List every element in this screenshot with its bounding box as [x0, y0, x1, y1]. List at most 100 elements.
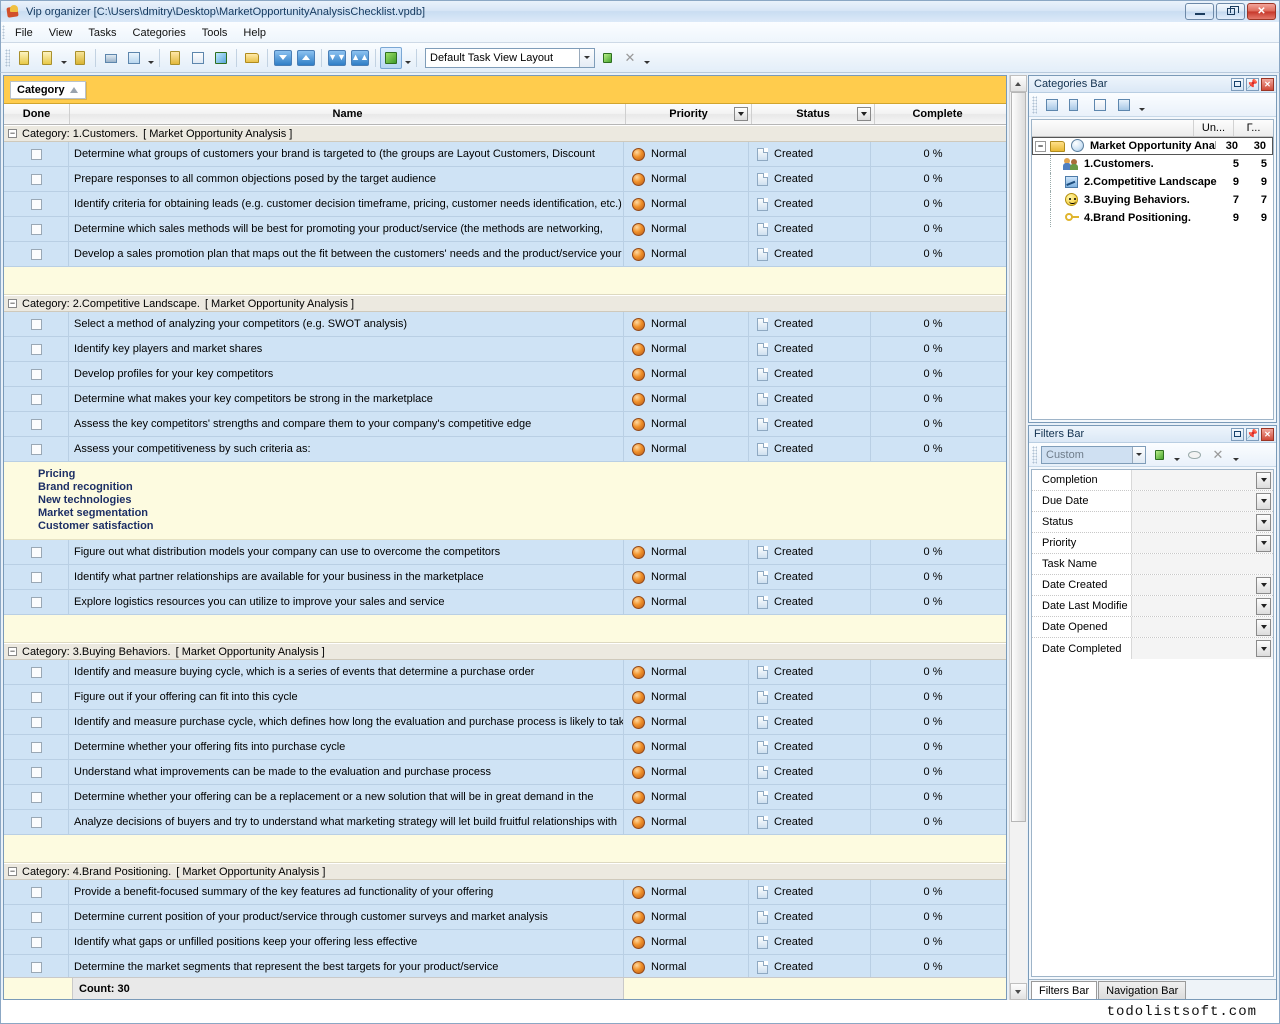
task-priority-cell[interactable]: Normal	[624, 955, 749, 977]
table-row[interactable]: Determine what groups of customers your …	[4, 142, 1006, 167]
filter-preset-arrow-icon[interactable]	[1132, 447, 1145, 463]
task-done-cell[interactable]	[4, 685, 69, 709]
task-priority-cell[interactable]: Normal	[624, 337, 749, 361]
filter-value[interactable]	[1132, 533, 1273, 553]
scroll-up-button[interactable]	[1010, 75, 1027, 92]
done-checkbox[interactable]	[31, 174, 42, 185]
tasks-icon[interactable]	[241, 47, 263, 69]
done-checkbox[interactable]	[31, 394, 42, 405]
save-layout-icon[interactable]	[596, 47, 618, 69]
task-done-cell[interactable]	[4, 660, 69, 684]
scroll-thumb[interactable]	[1011, 92, 1026, 822]
task-complete-cell[interactable]: 0 %	[871, 685, 995, 709]
categories-bar-pin-icon[interactable]: 📌	[1246, 78, 1259, 91]
task-done-cell[interactable]	[4, 412, 69, 436]
edit-task-icon[interactable]	[187, 47, 209, 69]
task-priority-cell[interactable]: Normal	[624, 590, 749, 614]
table-row[interactable]: Identify key players and market shares N…	[4, 337, 1006, 362]
print-preview-icon[interactable]	[123, 47, 145, 69]
close-button[interactable]: ✕	[1247, 3, 1276, 20]
filters-grid[interactable]: Completion Due Date Status Priority	[1031, 469, 1274, 977]
move-top-icon[interactable]: ▲▲	[349, 47, 371, 69]
layout-more-dropdown-icon[interactable]	[642, 47, 651, 69]
task-name-cell[interactable]: Determine whether your offering fits int…	[69, 735, 624, 759]
table-row[interactable]: Explore logistics resources you can util…	[4, 590, 1006, 615]
scroll-track[interactable]	[1010, 92, 1027, 983]
task-complete-cell[interactable]: 0 %	[871, 710, 995, 734]
task-name-cell[interactable]: Develop profiles for your key competitor…	[69, 362, 624, 386]
done-checkbox[interactable]	[31, 344, 42, 355]
task-status-cell[interactable]: Created	[749, 810, 871, 834]
delete-category-icon[interactable]	[1113, 94, 1135, 116]
task-done-cell[interactable]	[4, 880, 69, 904]
task-priority-cell[interactable]: Normal	[624, 930, 749, 954]
done-checkbox[interactable]	[31, 224, 42, 235]
task-complete-cell[interactable]: 0 %	[871, 785, 995, 809]
sort-ascending-icon[interactable]	[70, 87, 78, 93]
filter-value[interactable]	[1132, 575, 1273, 595]
task-name-cell[interactable]: Provide a benefit-focused summary of the…	[69, 880, 624, 904]
filter-preset-combo[interactable]: Custom	[1041, 446, 1146, 464]
task-complete-cell[interactable]: 0 %	[871, 437, 995, 461]
done-checkbox[interactable]	[31, 319, 42, 330]
menu-file[interactable]: File	[7, 25, 41, 41]
task-complete-cell[interactable]: 0 %	[871, 565, 995, 589]
task-done-cell[interactable]	[4, 760, 69, 784]
task-status-cell[interactable]: Created	[749, 540, 871, 564]
task-complete-cell[interactable]: 0 %	[871, 362, 995, 386]
delete-filter-icon[interactable]: ✕	[1207, 444, 1229, 466]
print-dropdown-icon[interactable]	[146, 47, 155, 69]
task-priority-cell[interactable]: Normal	[624, 242, 749, 266]
filter-row-date-created[interactable]: Date Created	[1032, 575, 1273, 596]
task-status-cell[interactable]: Created	[749, 565, 871, 589]
task-priority-cell[interactable]: Normal	[624, 437, 749, 461]
task-complete-cell[interactable]: 0 %	[871, 337, 995, 361]
task-status-cell[interactable]: Created	[749, 905, 871, 929]
done-checkbox[interactable]	[31, 937, 42, 948]
column-header-total[interactable]: Г...	[1233, 120, 1273, 136]
task-status-cell[interactable]: Created	[749, 167, 871, 191]
task-name-cell[interactable]: Figure out if your offering can fit into…	[69, 685, 624, 709]
tree-item-brand-positioning[interactable]: 4.Brand Positioning. 9 9	[1032, 209, 1273, 227]
task-complete-cell[interactable]: 0 %	[871, 312, 995, 336]
task-complete-cell[interactable]: 0 %	[871, 810, 995, 834]
done-checkbox[interactable]	[31, 817, 42, 828]
task-complete-cell[interactable]: 0 %	[871, 540, 995, 564]
task-done-cell[interactable]	[4, 387, 69, 411]
filter-value[interactable]	[1132, 491, 1273, 511]
task-name-cell[interactable]: Figure out what distribution models your…	[69, 540, 624, 564]
task-name-cell[interactable]: Identify key players and market shares	[69, 337, 624, 361]
tab-navigation-bar[interactable]: Navigation Bar	[1098, 981, 1186, 999]
done-checkbox[interactable]	[31, 249, 42, 260]
task-done-cell[interactable]	[4, 565, 69, 589]
task-done-cell[interactable]	[4, 362, 69, 386]
filter-row-due-date[interactable]: Due Date	[1032, 491, 1273, 512]
task-status-cell[interactable]: Created	[749, 242, 871, 266]
filter-dropdown-icon[interactable]	[1256, 535, 1271, 552]
task-priority-cell[interactable]: Normal	[624, 412, 749, 436]
task-name-cell[interactable]: Determine what groups of customers your …	[69, 142, 624, 166]
task-done-cell[interactable]	[4, 955, 69, 977]
filter-row-status[interactable]: Status	[1032, 512, 1273, 533]
task-complete-cell[interactable]: 0 %	[871, 930, 995, 954]
task-priority-cell[interactable]: Normal	[624, 540, 749, 564]
table-row[interactable]: Assess the key competitors' strengths an…	[4, 412, 1006, 437]
done-checkbox[interactable]	[31, 547, 42, 558]
column-header-name[interactable]: Name	[70, 104, 626, 124]
category-group-header[interactable]: − Category: 2.Competitive Landscape. [ M…	[4, 295, 1006, 312]
done-checkbox[interactable]	[31, 792, 42, 803]
table-row[interactable]: Understand what improvements can be made…	[4, 760, 1006, 785]
done-checkbox[interactable]	[31, 199, 42, 210]
table-row[interactable]: Identify criteria for obtaining leads (e…	[4, 192, 1006, 217]
task-status-cell[interactable]: Created	[749, 590, 871, 614]
move-down-icon[interactable]	[272, 47, 294, 69]
filters-bar-restore-icon[interactable]	[1231, 428, 1244, 441]
task-status-cell[interactable]: Created	[749, 760, 871, 784]
task-priority-cell[interactable]: Normal	[624, 142, 749, 166]
done-checkbox[interactable]	[31, 419, 42, 430]
task-status-cell[interactable]: Created	[749, 955, 871, 977]
group-chip-category[interactable]: Category	[10, 81, 86, 99]
save-filter-dropdown-icon[interactable]	[1172, 444, 1181, 466]
task-status-cell[interactable]: Created	[749, 685, 871, 709]
task-complete-cell[interactable]: 0 %	[871, 412, 995, 436]
